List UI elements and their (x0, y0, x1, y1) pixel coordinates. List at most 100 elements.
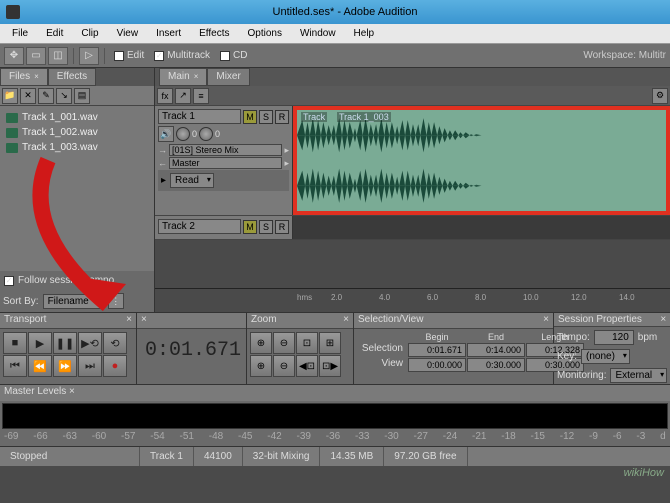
pause-button[interactable]: ❚❚ (53, 332, 77, 354)
sel-end[interactable]: 0:14.000 (467, 343, 525, 357)
files-panel: Files× Effects 📁 ✕ ✎ ↘ ▤ Track 1_001.wav… (0, 68, 155, 312)
solo-button[interactable]: S (259, 220, 273, 234)
zoom-sel-right[interactable]: ⊡▶ (319, 355, 341, 377)
monitoring-select[interactable]: External (610, 368, 667, 383)
menu-options[interactable]: Options (240, 26, 290, 41)
sends-button[interactable]: ↗ (175, 88, 191, 104)
rewind-button[interactable]: ⏪ (28, 355, 52, 377)
selection-view-panel: Selection/View × BeginEndLength Selectio… (354, 313, 554, 384)
workspace-selector[interactable]: Workspace: Multitr (583, 50, 666, 61)
view-begin[interactable]: 0:00.000 (408, 358, 466, 372)
sort-options[interactable]: ⋮ (108, 293, 124, 309)
track-name-input[interactable]: Track 2 (158, 219, 241, 234)
level-meter (2, 403, 668, 429)
statusbar: Stopped Track 1 44100 32-bit Mixing 14.3… (0, 446, 670, 466)
input-select[interactable]: [01S] Stereo Mix (169, 144, 282, 156)
track-name-input[interactable]: Track 1 (158, 109, 241, 124)
status-state: Stopped (0, 447, 140, 466)
tempo-input[interactable]: 120 (594, 330, 634, 345)
tab-mixer[interactable]: Mixer (207, 68, 249, 86)
watermark: wikiHow (624, 467, 664, 479)
close-icon[interactable]: × (34, 72, 39, 81)
mode-cd[interactable]: CD (216, 50, 251, 61)
automation-mode[interactable]: Read (170, 173, 214, 188)
import-button[interactable]: 📁 (2, 88, 18, 104)
sel-begin[interactable]: 0:01.671 (408, 343, 466, 357)
view-end[interactable]: 0:30.000 (467, 358, 525, 372)
file-item[interactable]: Track 1_003.wav (4, 140, 150, 155)
file-item[interactable]: Track 1_002.wav (4, 125, 150, 140)
key-select[interactable]: (none) (581, 349, 630, 364)
sort-dropdown[interactable]: Filename (43, 294, 104, 309)
track-1-lane[interactable]: Track Track 1_003 (293, 106, 670, 215)
output-select[interactable]: Master (169, 157, 282, 169)
audio-file-icon (6, 113, 18, 123)
zoom-sel-left[interactable]: ◀⊡ (296, 355, 318, 377)
tool-hybrid[interactable]: ◫ (48, 47, 68, 65)
tool-move[interactable]: ✥ (4, 47, 24, 65)
clip-label: Track (301, 112, 327, 122)
menu-insert[interactable]: Insert (148, 26, 189, 41)
record-arm-button[interactable]: R (275, 110, 289, 124)
play-button[interactable]: ▶ (28, 332, 52, 354)
record-arm-button[interactable]: R (275, 220, 289, 234)
menu-effects[interactable]: Effects (191, 26, 237, 41)
status-free: 97.20 GB free (384, 447, 467, 466)
tool-select[interactable]: ▭ (26, 47, 46, 65)
options-button[interactable]: ▤ (74, 88, 90, 104)
loop-button[interactable]: ⟲ (103, 332, 127, 354)
status-size: 14.35 MB (320, 447, 384, 466)
mute-button[interactable]: M (243, 220, 257, 234)
go-start-button[interactable]: ⏮ (3, 355, 27, 377)
go-end-button[interactable]: ⏭ (78, 355, 102, 377)
transport-panel: Transport × ■ ▶ ❚❚ ▶⟲ ⟲ ⏮ ⏪ ⏩ ⏭ ● (0, 313, 137, 384)
menu-clip[interactable]: Clip (73, 26, 106, 41)
menu-file[interactable]: File (4, 26, 36, 41)
mute-button[interactable]: M (243, 110, 257, 124)
edit-file-button[interactable]: ✎ (38, 88, 54, 104)
titlebar: Untitled.ses* - Adobe Audition (0, 0, 670, 24)
status-rate: 44100 (194, 447, 243, 466)
pan-knob[interactable] (199, 127, 213, 141)
track-2-lane[interactable] (293, 216, 670, 239)
master-levels-panel: Master Levels × -69-66-63-60-57-54-51-48… (0, 384, 670, 446)
zoom-panel: Zoom × ⊕ ⊖ ⊡ ⊞ ⊕ ⊖ ◀⊡ ⊡▶ (247, 313, 354, 384)
zoom-full[interactable]: ⊡ (296, 332, 318, 354)
track-opts[interactable]: ⚙ (652, 88, 668, 104)
menu-help[interactable]: Help (346, 26, 383, 41)
zoom-out-v[interactable]: ⊖ (273, 355, 295, 377)
zoom-in-v[interactable]: ⊕ (250, 355, 272, 377)
zoom-sel[interactable]: ⊞ (319, 332, 341, 354)
audio-clip[interactable]: Track Track 1_003 (293, 106, 670, 215)
fx-button[interactable]: fx (157, 88, 173, 104)
record-button[interactable]: ● (103, 355, 127, 377)
tab-files[interactable]: Files× (0, 68, 48, 86)
volume-knob[interactable] (176, 127, 190, 141)
solo-button[interactable]: S (259, 110, 273, 124)
menu-view[interactable]: View (109, 26, 147, 41)
zoom-out-h[interactable]: ⊖ (273, 332, 295, 354)
play-loop-button[interactable]: ▶⟲ (78, 332, 102, 354)
track-2-header: Track 2 M S R (155, 216, 293, 239)
session-properties-panel: Session Properties × Tempo:120bpm Key:(n… (554, 313, 670, 384)
tab-effects[interactable]: Effects (48, 68, 96, 86)
mode-edit[interactable]: Edit (110, 50, 148, 61)
clip-label: Track 1_003 (337, 112, 391, 122)
mode-multitrack[interactable]: ✓Multitrack (150, 50, 214, 61)
file-item[interactable]: Track 1_001.wav (4, 110, 150, 125)
insert-button[interactable]: ↘ (56, 88, 72, 104)
forward-button[interactable]: ⏩ (53, 355, 77, 377)
zoom-in-h[interactable]: ⊕ (250, 332, 272, 354)
eq-button[interactable]: ≡ (193, 88, 209, 104)
timeline-ruler[interactable]: hms 2.0 4.0 6.0 8.0 10.0 12.0 14.0 (155, 288, 670, 312)
sort-label: Sort By: (3, 296, 39, 307)
audio-file-icon (6, 128, 18, 138)
close-file-button[interactable]: ✕ (20, 88, 36, 104)
menu-window[interactable]: Window (292, 26, 344, 41)
stop-button[interactable]: ■ (3, 332, 27, 354)
follow-tempo-checkbox[interactable]: ✓Follow session tempo (0, 271, 154, 290)
tool-scrub[interactable]: ▷ (79, 47, 99, 65)
track-1-header: Track 1 M S R 🔊 0 0 →[01S] Stereo Mix▸ ←… (155, 106, 293, 215)
tab-main[interactable]: Main× (159, 68, 207, 86)
menu-edit[interactable]: Edit (38, 26, 71, 41)
